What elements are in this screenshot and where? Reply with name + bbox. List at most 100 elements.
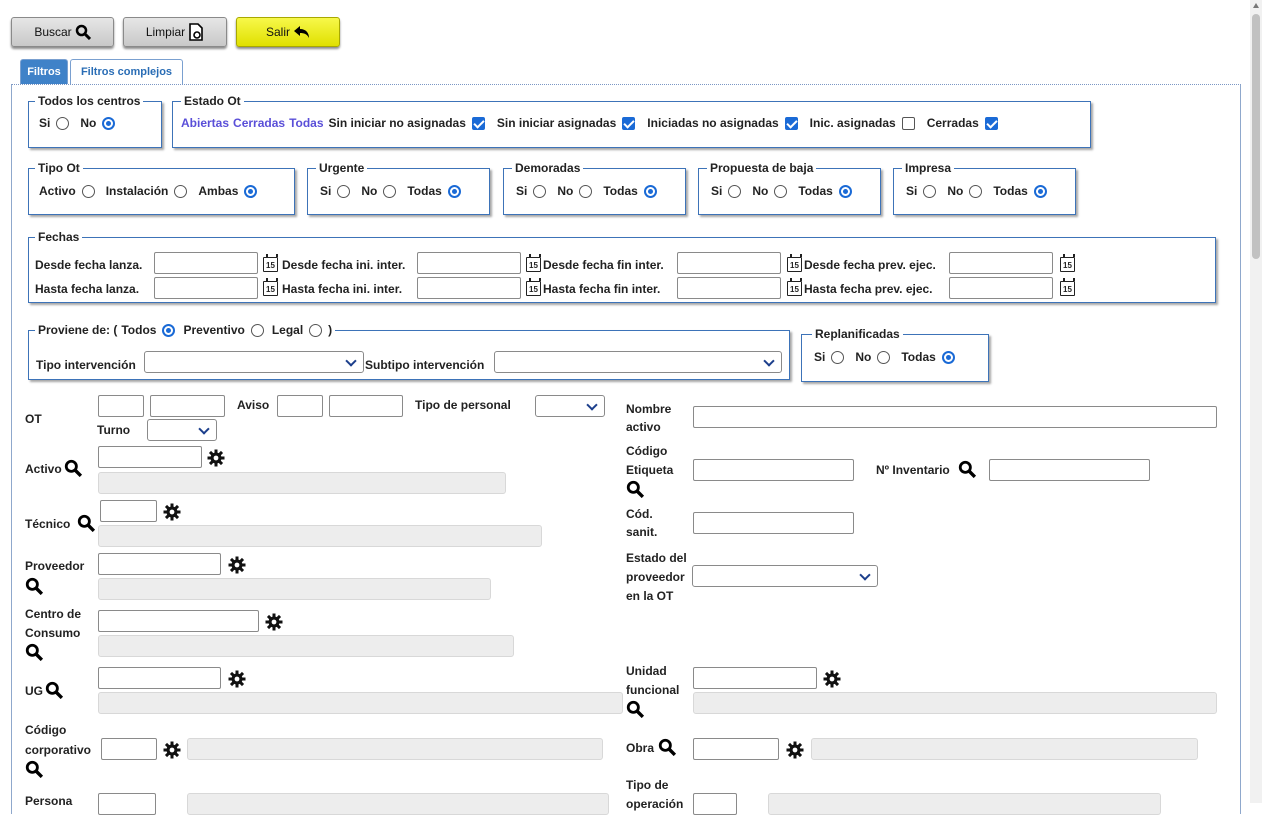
obra-input[interactable] bbox=[693, 738, 779, 760]
ot-input-2[interactable] bbox=[150, 395, 225, 417]
radio-urgente-no[interactable] bbox=[383, 184, 397, 198]
clear-button[interactable]: Limpiar bbox=[123, 17, 227, 47]
unidad-funcional-input[interactable] bbox=[693, 667, 817, 689]
calendar-icon[interactable]: 15 bbox=[787, 278, 802, 296]
unidad-funcional-description bbox=[693, 692, 1217, 714]
radio-demoradas-todas[interactable] bbox=[643, 184, 657, 198]
ot-input-1[interactable] bbox=[98, 395, 144, 417]
tipo-personal-select[interactable] bbox=[535, 395, 605, 417]
clear-button-label: Limpiar bbox=[145, 25, 186, 39]
scroll-up-icon[interactable] bbox=[1253, 3, 1259, 8]
search-icon[interactable] bbox=[25, 643, 43, 661]
radio-proviene-legal[interactable] bbox=[309, 323, 323, 337]
calendar-icon[interactable]: 15 bbox=[526, 278, 541, 296]
hasta-fecha-fin-inter-input[interactable] bbox=[677, 277, 781, 299]
search-icon[interactable] bbox=[25, 760, 43, 778]
radio-replanificadas-no[interactable] bbox=[877, 350, 891, 364]
calendar-icon[interactable]: 15 bbox=[1060, 278, 1075, 296]
radio-proviene-todos[interactable] bbox=[162, 323, 176, 337]
search-icon[interactable] bbox=[25, 577, 43, 595]
checkbox-inic-asignadas[interactable] bbox=[901, 116, 915, 130]
n-inventario-input[interactable] bbox=[989, 459, 1150, 481]
search-icon[interactable] bbox=[658, 738, 676, 756]
checkbox-sin-iniciar-no-asignadas[interactable] bbox=[471, 116, 485, 130]
gear-icon[interactable] bbox=[163, 503, 181, 521]
radio-tipo-activo[interactable] bbox=[81, 184, 95, 198]
gear-icon[interactable] bbox=[207, 449, 225, 467]
gear-icon[interactable] bbox=[228, 670, 246, 688]
nombre-activo-input[interactable] bbox=[693, 406, 1217, 428]
radio-propuesta-si[interactable] bbox=[728, 184, 742, 198]
calendar-icon[interactable]: 15 bbox=[526, 254, 541, 272]
ug-input[interactable] bbox=[98, 667, 221, 689]
radio-tipo-ambas[interactable] bbox=[244, 184, 258, 198]
codigo-corporativo-input[interactable] bbox=[101, 738, 157, 760]
radio-replanificadas-si[interactable] bbox=[831, 350, 845, 364]
tab-filtros-complejos[interactable]: Filtros complejos bbox=[70, 59, 183, 84]
vertical-scrollbar[interactable] bbox=[1250, 0, 1262, 803]
persona-input[interactable] bbox=[98, 793, 156, 815]
radio-propuesta-todas[interactable] bbox=[838, 184, 852, 198]
hasta-fecha-ini-inter-input[interactable] bbox=[417, 277, 521, 299]
estado-proveedor-select[interactable] bbox=[692, 565, 878, 587]
radio-urgente-todas[interactable] bbox=[447, 184, 461, 198]
radio-urgente-si[interactable] bbox=[337, 184, 351, 198]
desde-fecha-fin-inter-input[interactable] bbox=[677, 252, 781, 274]
checkbox-cerradas[interactable] bbox=[984, 116, 998, 130]
checkbox-iniciadas-no-asignadas[interactable] bbox=[784, 116, 798, 130]
radio-todos-centros-si[interactable] bbox=[56, 116, 70, 130]
radio-proviene-preventivo[interactable] bbox=[250, 323, 264, 337]
hasta-fecha-lanza-input[interactable] bbox=[154, 277, 258, 299]
search-icon[interactable] bbox=[77, 514, 95, 532]
radio-impresa-no[interactable] bbox=[969, 184, 983, 198]
link-abiertas[interactable]: Abiertas bbox=[181, 116, 229, 130]
subtipo-intervencion-select[interactable] bbox=[494, 351, 782, 373]
search-icon[interactable] bbox=[45, 681, 63, 699]
gear-icon[interactable] bbox=[228, 556, 246, 574]
calendar-icon[interactable]: 15 bbox=[263, 254, 278, 272]
scrollbar-thumb[interactable] bbox=[1252, 14, 1260, 259]
proveedor-input[interactable] bbox=[98, 553, 221, 575]
radio-todos-centros-no[interactable] bbox=[102, 116, 116, 130]
desde-fecha-ini-inter-input[interactable] bbox=[417, 252, 521, 274]
turno-select[interactable] bbox=[147, 419, 217, 441]
calendar-icon[interactable]: 15 bbox=[263, 278, 278, 296]
radio-impresa-todas[interactable] bbox=[1033, 184, 1047, 198]
radio-impresa-si[interactable] bbox=[923, 184, 937, 198]
aviso-input-2[interactable] bbox=[329, 395, 403, 417]
aviso-input-1[interactable] bbox=[277, 395, 323, 417]
activo-input[interactable] bbox=[98, 446, 202, 468]
radio-demoradas-no[interactable] bbox=[579, 184, 593, 198]
tipo-intervencion-select[interactable] bbox=[144, 351, 364, 373]
calendar-icon[interactable]: 15 bbox=[787, 254, 802, 272]
tab-filtros[interactable]: Filtros bbox=[20, 59, 68, 84]
link-todas[interactable]: Todas bbox=[289, 116, 323, 130]
search-icon[interactable] bbox=[64, 459, 82, 477]
radio-propuesta-no[interactable] bbox=[774, 184, 788, 198]
gear-icon[interactable] bbox=[265, 613, 283, 631]
centro-consumo-input[interactable] bbox=[98, 610, 259, 632]
cod-sanit-input[interactable] bbox=[693, 512, 854, 534]
search-button[interactable]: Buscar bbox=[11, 17, 114, 47]
search-icon[interactable] bbox=[958, 460, 976, 478]
search-icon[interactable] bbox=[626, 480, 644, 498]
radio-tipo-instalacion[interactable] bbox=[174, 184, 188, 198]
radio-demoradas-si[interactable] bbox=[533, 184, 547, 198]
option-label: Si bbox=[814, 350, 826, 364]
desde-fecha-ini-inter-label: Desde fecha ini. inter. bbox=[282, 258, 406, 272]
calendar-icon[interactable]: 15 bbox=[1060, 254, 1075, 272]
radio-replanificadas-todas[interactable] bbox=[941, 350, 955, 364]
hasta-fecha-prev-ejec-input[interactable] bbox=[949, 277, 1053, 299]
tipo-operacion-input[interactable] bbox=[693, 793, 737, 815]
link-cerradas[interactable]: Cerradas bbox=[233, 116, 285, 130]
search-icon[interactable] bbox=[626, 700, 644, 718]
desde-fecha-prev-ejec-input[interactable] bbox=[949, 252, 1053, 274]
tecnico-input[interactable] bbox=[100, 500, 157, 522]
desde-fecha-lanza-input[interactable] bbox=[154, 252, 258, 274]
gear-icon[interactable] bbox=[823, 670, 841, 688]
codigo-etiqueta-input[interactable] bbox=[693, 459, 854, 481]
checkbox-sin-iniciar-asignadas[interactable] bbox=[622, 116, 636, 130]
gear-icon[interactable] bbox=[786, 741, 804, 759]
gear-icon[interactable] bbox=[163, 741, 181, 759]
exit-button[interactable]: Salir bbox=[236, 17, 340, 47]
